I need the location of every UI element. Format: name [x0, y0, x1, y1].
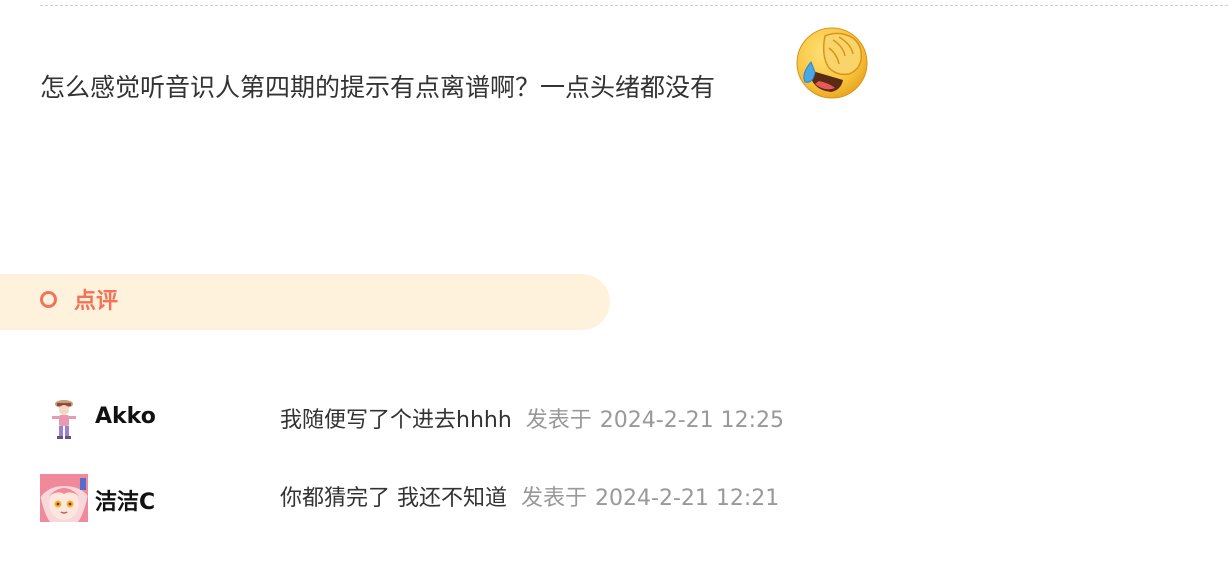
posted-label: 发表于: [521, 486, 588, 511]
comment-item: 洁洁C 你都猜完了 我还不知道 发表于 2024-2-21 12:21: [40, 474, 1190, 526]
avatar[interactable]: [40, 394, 88, 442]
post-page: 怎么感觉听音识人第四期的提示有点离谱啊？一点头绪都没有 点评 Akko 我随便写…: [0, 0, 1228, 576]
comment-body: 你都猜完了 我还不知道: [280, 486, 507, 511]
comment-timestamp: 2024-2-21 12:21: [595, 486, 780, 511]
comment-username[interactable]: Akko: [95, 404, 156, 429]
top-dashed-divider: [40, 5, 1228, 6]
comments-section-title: 点评: [74, 289, 119, 314]
avatar[interactable]: [40, 474, 88, 522]
comment-username[interactable]: 洁洁C: [95, 484, 155, 516]
comment-timestamp: 2024-2-21 12:25: [599, 408, 785, 433]
comment-body: 我随便写了个进去hhhh: [280, 408, 512, 433]
comment-meta: 发表于 2024-2-21 12:25: [526, 402, 784, 434]
posted-label: 发表于: [525, 408, 592, 433]
facepalm-laughing-emoji-icon: [796, 27, 868, 99]
circle-bullet-icon: [40, 291, 57, 308]
comment-item: Akko 我随便写了个进去hhhh 发表于 2024-2-21 12:25: [40, 394, 1190, 446]
comment-text: 你都猜完了 我还不知道 发表于 2024-2-21 12:21: [280, 480, 779, 512]
comment-text: 我随便写了个进去hhhh 发表于 2024-2-21 12:25: [280, 402, 784, 434]
comment-meta: 发表于 2024-2-21 12:21: [521, 480, 779, 512]
post-content: 怎么感觉听音识人第四期的提示有点离谱啊？一点头绪都没有: [40, 73, 716, 102]
